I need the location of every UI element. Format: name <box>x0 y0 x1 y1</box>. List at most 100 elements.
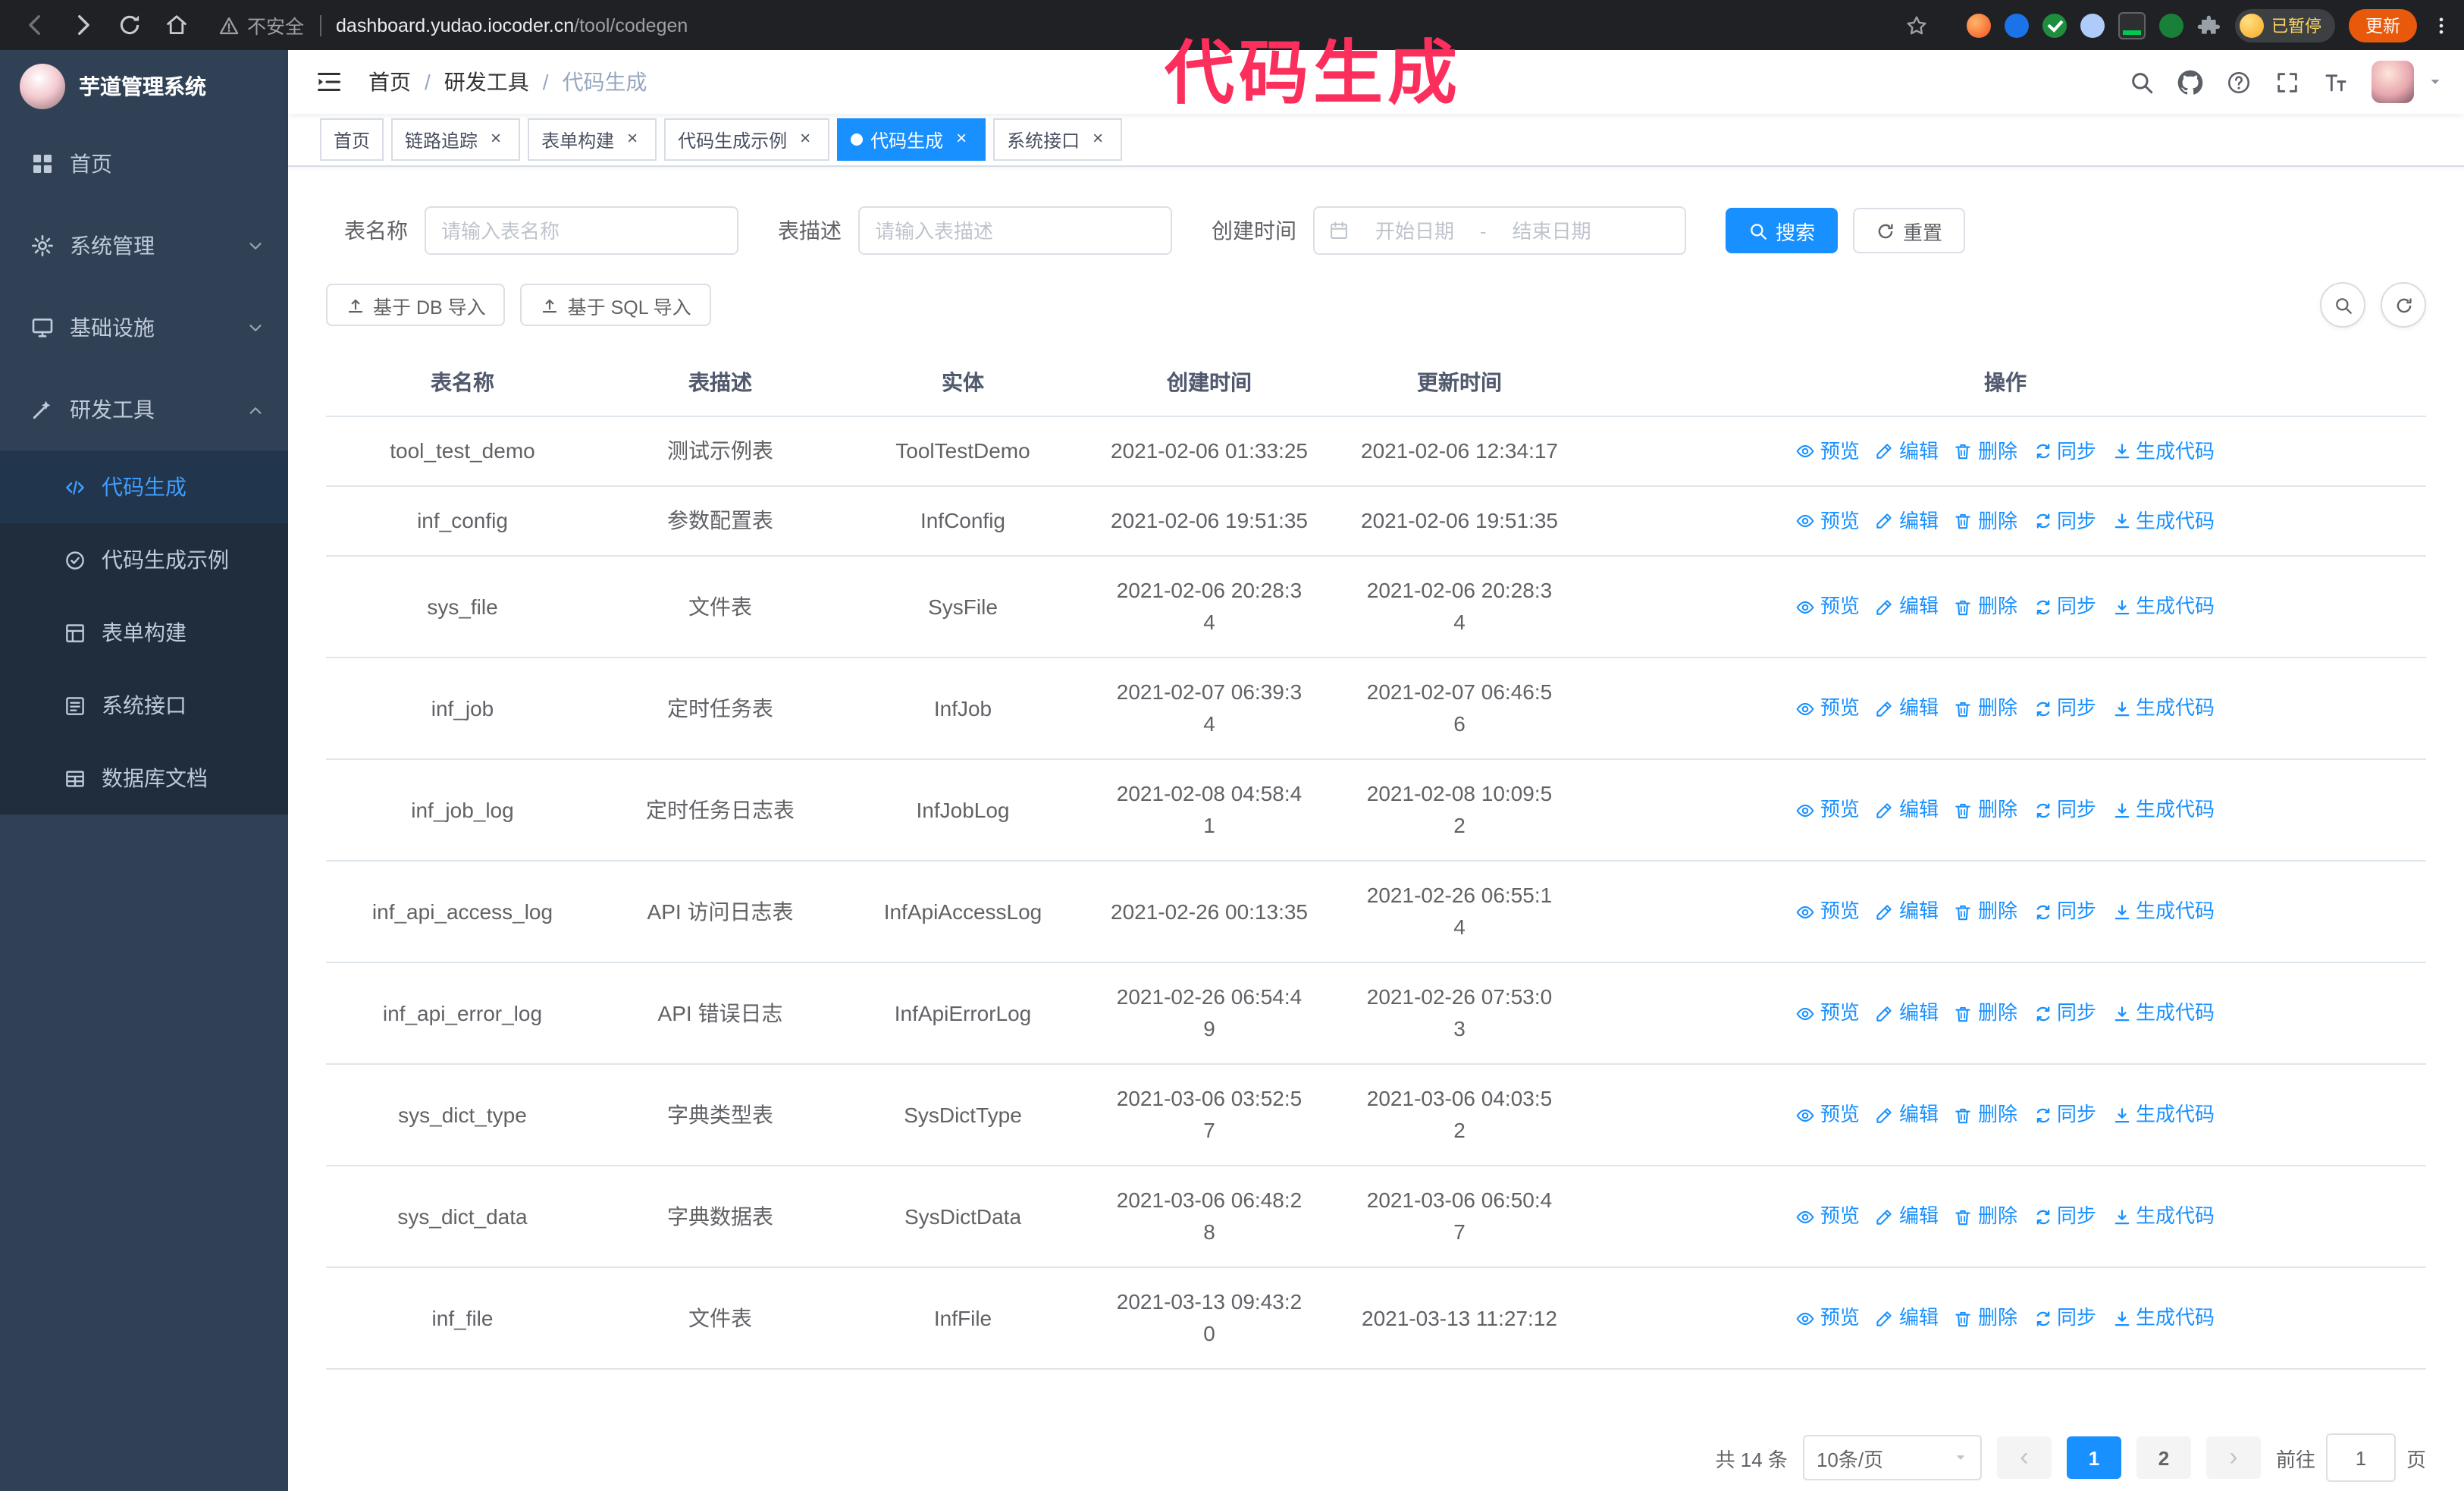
preview-link[interactable]: 预览 <box>1796 999 1860 1028</box>
fullscreen-icon[interactable] <box>2274 69 2300 95</box>
sync-link[interactable]: 同步 <box>2033 507 2096 536</box>
delete-link[interactable]: 删除 <box>1954 1100 2017 1130</box>
address-bar[interactable]: 不安全 dashboard.yudao.iocoder.cn/tool/code… <box>218 11 1886 39</box>
close-icon[interactable] <box>951 129 972 150</box>
sync-link[interactable]: 同步 <box>2033 592 2096 622</box>
sidebar-item-infra[interactable]: 基础设施 <box>0 287 288 369</box>
tab-codegen-example[interactable]: 代码生成示例 <box>664 118 830 161</box>
security-indicator[interactable]: 不安全 <box>218 11 304 39</box>
extensions-puzzle-icon[interactable] <box>2197 13 2221 37</box>
breadcrumb-home[interactable]: 首页 <box>368 67 411 97</box>
generate-code-link[interactable]: 生成代码 <box>2111 1100 2215 1130</box>
browser-update-button[interactable]: 更新 <box>2349 8 2417 42</box>
page-size-select[interactable]: 10条/页 <box>1802 1435 1982 1480</box>
sync-link[interactable]: 同步 <box>2033 1100 2096 1130</box>
refresh-table-button[interactable] <box>2381 282 2426 328</box>
preview-link[interactable]: 预览 <box>1796 796 1860 825</box>
close-icon[interactable] <box>622 129 643 150</box>
delete-link[interactable]: 删除 <box>1954 694 2017 724</box>
prev-page-button[interactable]: ‹ <box>1996 1436 2052 1479</box>
sidebar-item-api[interactable]: 系统接口 <box>0 669 288 742</box>
edit-link[interactable]: 编辑 <box>1875 1202 1939 1232</box>
edit-link[interactable]: 编辑 <box>1875 897 1939 927</box>
sidebar-item-db-doc[interactable]: 数据库文档 <box>0 742 288 815</box>
sidebar-item-codegen[interactable]: 代码生成 <box>0 450 288 523</box>
delete-link[interactable]: 删除 <box>1954 796 2017 825</box>
sidebar-item-codegen-example[interactable]: 代码生成示例 <box>0 523 288 596</box>
sync-link[interactable]: 同步 <box>2033 694 2096 724</box>
edit-link[interactable]: 编辑 <box>1875 1100 1939 1130</box>
sidebar-fold-icon[interactable] <box>315 68 343 96</box>
generate-code-link[interactable]: 生成代码 <box>2111 694 2215 724</box>
edit-link[interactable]: 编辑 <box>1875 507 1939 536</box>
browser-menu-icon[interactable] <box>2431 13 2452 37</box>
page-button-2[interactable]: 2 <box>2136 1436 2191 1479</box>
goto-page-input[interactable] <box>2325 1433 2396 1482</box>
help-icon[interactable] <box>2226 69 2252 95</box>
date-start-input[interactable] <box>1356 218 1474 243</box>
bookmark-star-icon[interactable] <box>1904 13 1929 37</box>
toggle-search-button[interactable] <box>2320 282 2365 328</box>
browser-reload-icon[interactable] <box>117 12 143 38</box>
generate-code-link[interactable]: 生成代码 <box>2111 1304 2215 1333</box>
generate-code-link[interactable]: 生成代码 <box>2111 897 2215 927</box>
browser-home-icon[interactable] <box>164 12 190 38</box>
github-icon[interactable] <box>2177 69 2203 95</box>
profile-chip[interactable]: 已暂停 <box>2235 8 2335 42</box>
sidebar-item-devtools[interactable]: 研发工具 <box>0 369 288 450</box>
preview-link[interactable]: 预览 <box>1796 897 1860 927</box>
edit-link[interactable]: 编辑 <box>1875 437 1939 466</box>
delete-link[interactable]: 删除 <box>1954 1202 2017 1232</box>
search-button[interactable]: 搜索 <box>1726 208 1839 253</box>
delete-link[interactable]: 删除 <box>1954 592 2017 622</box>
edit-link[interactable]: 编辑 <box>1875 1304 1939 1333</box>
preview-link[interactable]: 预览 <box>1796 592 1860 622</box>
preview-link[interactable]: 预览 <box>1796 437 1860 466</box>
preview-link[interactable]: 预览 <box>1796 1100 1860 1130</box>
sync-link[interactable]: 同步 <box>2033 897 2096 927</box>
delete-link[interactable]: 删除 <box>1954 437 2017 466</box>
delete-link[interactable]: 删除 <box>1954 999 2017 1028</box>
breadcrumb-devtools[interactable]: 研发工具 <box>444 67 529 97</box>
close-icon[interactable] <box>795 129 816 150</box>
extension-icon[interactable] <box>2080 13 2105 37</box>
sidebar-item-home[interactable]: 首页 <box>0 123 288 205</box>
sidebar-item-form-builder[interactable]: 表单构建 <box>0 596 288 669</box>
preview-link[interactable]: 预览 <box>1796 1202 1860 1232</box>
edit-link[interactable]: 编辑 <box>1875 694 1939 724</box>
extension-icon[interactable] <box>1967 13 1991 37</box>
import-db-button[interactable]: 基于 DB 导入 <box>326 284 506 326</box>
close-icon[interactable] <box>1087 129 1108 150</box>
date-range-picker[interactable]: - <box>1313 206 1686 255</box>
tab-codegen[interactable]: 代码生成 <box>837 118 986 161</box>
date-end-input[interactable] <box>1492 218 1611 243</box>
table-name-input[interactable] <box>425 206 738 255</box>
generate-code-link[interactable]: 生成代码 <box>2111 507 2215 536</box>
extension-icon[interactable] <box>2159 13 2183 37</box>
delete-link[interactable]: 删除 <box>1954 1304 2017 1333</box>
browser-back-icon[interactable] <box>23 12 49 38</box>
app-logo[interactable]: 芋道管理系统 <box>0 50 288 123</box>
generate-code-link[interactable]: 生成代码 <box>2111 796 2215 825</box>
sync-link[interactable]: 同步 <box>2033 999 2096 1028</box>
generate-code-link[interactable]: 生成代码 <box>2111 1202 2215 1232</box>
extension-icon[interactable] <box>2118 11 2146 39</box>
edit-link[interactable]: 编辑 <box>1875 796 1939 825</box>
edit-link[interactable]: 编辑 <box>1875 999 1939 1028</box>
tab-form-builder[interactable]: 表单构建 <box>528 118 657 161</box>
preview-link[interactable]: 预览 <box>1796 694 1860 724</box>
extension-icon[interactable] <box>2042 13 2067 37</box>
table-desc-input[interactable] <box>858 206 1172 255</box>
search-icon[interactable] <box>2129 69 2155 95</box>
sidebar-item-system[interactable]: 系统管理 <box>0 205 288 287</box>
sync-link[interactable]: 同步 <box>2033 1202 2096 1232</box>
generate-code-link[interactable]: 生成代码 <box>2111 592 2215 622</box>
generate-code-link[interactable]: 生成代码 <box>2111 437 2215 466</box>
import-sql-button[interactable]: 基于 SQL 导入 <box>520 284 711 326</box>
user-avatar[interactable] <box>2372 61 2414 103</box>
preview-link[interactable]: 预览 <box>1796 507 1860 536</box>
sync-link[interactable]: 同步 <box>2033 437 2096 466</box>
browser-forward-icon[interactable] <box>70 12 96 38</box>
generate-code-link[interactable]: 生成代码 <box>2111 999 2215 1028</box>
edit-link[interactable]: 编辑 <box>1875 592 1939 622</box>
